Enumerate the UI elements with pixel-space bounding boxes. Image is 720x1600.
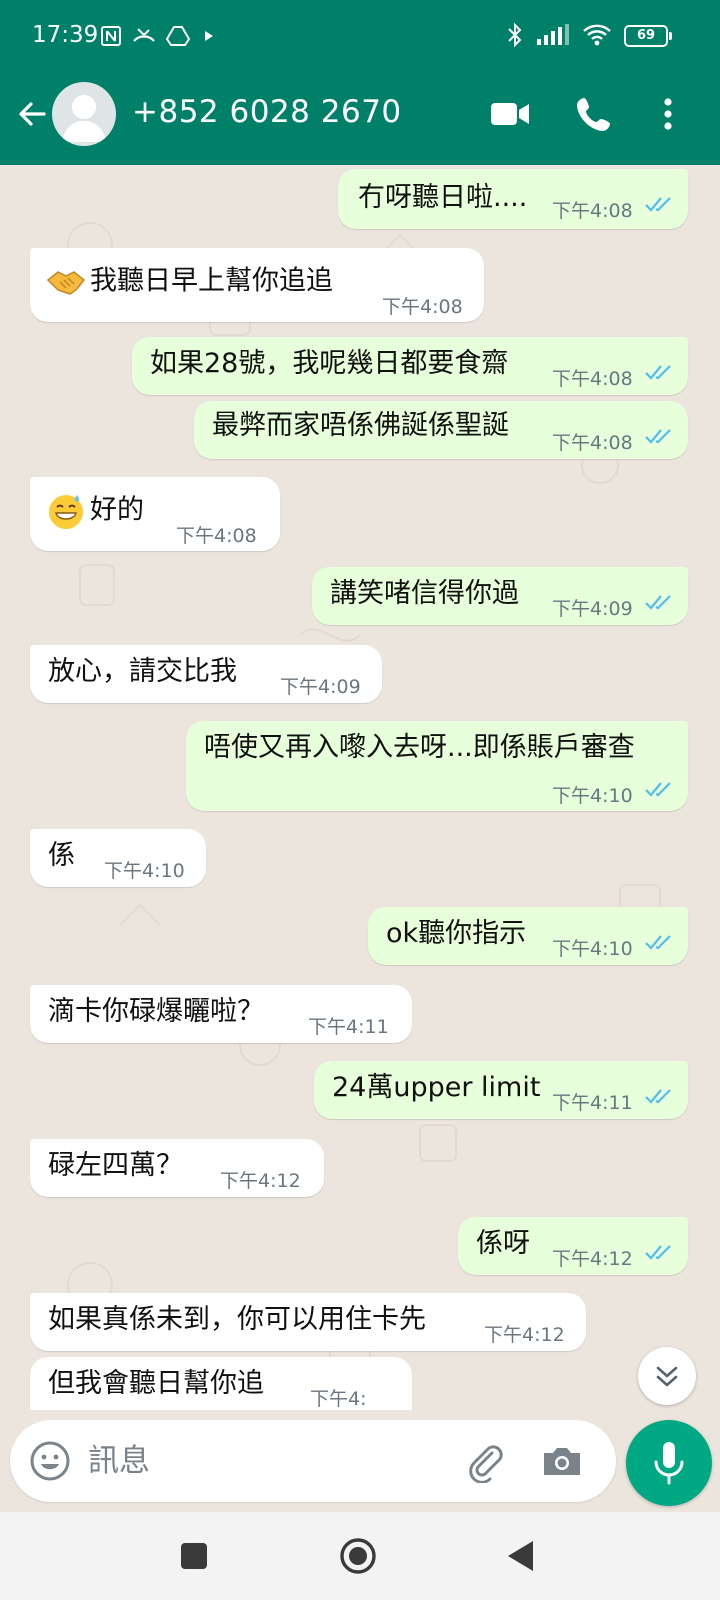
status-notification-icons — [100, 21, 218, 51]
message-time: 下午4:11 — [308, 1016, 389, 1038]
read-receipt-icon — [645, 1089, 671, 1104]
message-time: 下午4:12 — [552, 1248, 633, 1270]
message-time: 下午4:11 — [552, 1092, 633, 1114]
more-vert-icon[interactable] — [646, 92, 690, 136]
message-incoming[interactable]: 但我會聽日幫你追 下午4: — [30, 1357, 412, 1410]
message-incoming[interactable]: 放心，請交比我 下午4:09 — [30, 645, 382, 703]
camera-icon[interactable] — [540, 1439, 584, 1483]
mic-icon — [654, 1442, 684, 1485]
read-receipt-icon — [645, 429, 671, 444]
message-outgoing[interactable]: ok聽你指示 下午4:10 — [368, 907, 688, 965]
voice-call-icon[interactable] — [572, 92, 616, 136]
message-input[interactable] — [88, 1436, 458, 1486]
message-outgoing[interactable]: 最弊而家唔係佛誕係聖誕 下午4:08 — [194, 401, 688, 459]
message-outgoing[interactable]: 唔使又再入嚟入去呀...即係賬戶審查 下午4:10 — [186, 721, 688, 811]
message-time: 下午4:08 — [552, 368, 633, 390]
message-time: 下午4: — [310, 1388, 367, 1410]
message-text: 冇呀聽日啦.... — [358, 182, 528, 213]
handshake-emoji-icon — [46, 271, 86, 295]
message-incoming[interactable]: 滴卡你碌爆曬啦？ 下午4:11 — [30, 985, 412, 1043]
message-text: 放心，請交比我 — [48, 656, 237, 687]
message-text-row: 好的 — [46, 491, 144, 531]
message-time: 下午4:12 — [484, 1324, 565, 1346]
message-outgoing[interactable]: 講笑啫信得你過 下午4:09 — [312, 567, 688, 625]
message-outgoing[interactable]: 如果28號，我呢幾日都要食齋 下午4:08 — [132, 337, 688, 395]
default-avatar-icon — [62, 95, 106, 142]
message-time: 下午4:08 — [552, 432, 633, 454]
wifi-icon — [583, 24, 611, 46]
attach-icon[interactable] — [462, 1439, 506, 1483]
emoji-icon[interactable] — [28, 1439, 72, 1483]
nfc-icon — [101, 26, 121, 46]
recents-nav-icon[interactable] — [172, 1534, 216, 1578]
message-incoming[interactable]: 碌左四萬？ 下午4:12 — [30, 1139, 324, 1197]
message-outgoing[interactable]: 係呀 下午4:12 — [458, 1217, 688, 1275]
status-time: 17:39 — [32, 22, 99, 48]
message-time: 下午4:10 — [552, 785, 633, 807]
message-incoming[interactable]: 好的 下午4:08 — [30, 477, 280, 551]
status-bar: 17:39 69 — [0, 0, 720, 70]
message-list[interactable]: 冇呀聽日啦.... 下午4:08 我聽日早上幫你追追 下午4:08 如果28號，… — [0, 165, 720, 1410]
system-nav-bar — [0, 1512, 720, 1600]
message-text: 我聽日早上幫你追追 — [90, 265, 333, 297]
video-call-icon[interactable] — [488, 92, 532, 136]
message-incoming[interactable]: 我聽日早上幫你追追 下午4:08 — [30, 248, 484, 322]
play-icon — [205, 31, 213, 41]
message-incoming[interactable]: 如果真係未到，你可以用住卡先 下午4:12 — [30, 1293, 586, 1351]
message-text: 但我會聽日幫你追 — [48, 1368, 264, 1399]
double-chevron-down-icon — [656, 1366, 678, 1387]
grinning-sweat-emoji-icon — [49, 495, 83, 529]
message-text: ok聽你指示 — [386, 918, 527, 949]
message-time: 下午4:10 — [104, 860, 185, 882]
drive-icon — [166, 26, 190, 46]
signal-icon — [537, 24, 569, 45]
message-text: 如果28號，我呢幾日都要食齋 — [150, 348, 509, 379]
contact-name[interactable]: +852 6028 2670 — [132, 94, 402, 130]
read-receipt-icon — [645, 595, 671, 610]
status-system-icons — [506, 20, 612, 50]
bluetooth-icon — [508, 22, 522, 48]
message-text: 最弊而家唔係佛誕係聖誕 — [212, 410, 509, 441]
message-time: 下午4:09 — [552, 598, 633, 620]
read-receipt-icon — [645, 935, 671, 950]
message-time: 下午4:08 — [552, 200, 633, 222]
message-text: 24萬upper limit — [332, 1072, 541, 1103]
message-text: 係 — [48, 840, 75, 871]
avatar[interactable] — [52, 82, 116, 146]
message-outgoing[interactable]: 冇呀聽日啦.... 下午4:08 — [338, 169, 688, 229]
message-text: 如果真係未到，你可以用住卡先 — [48, 1304, 426, 1335]
home-nav-icon[interactable] — [336, 1534, 380, 1578]
voice-record-button[interactable] — [626, 1420, 712, 1506]
read-receipt-icon — [645, 782, 671, 797]
message-composer — [10, 1420, 616, 1502]
missed-call-icon — [133, 28, 155, 42]
read-receipt-icon — [645, 1245, 671, 1260]
message-time: 下午4:08 — [176, 525, 257, 547]
message-time: 下午4:08 — [382, 296, 463, 318]
back-nav-icon[interactable] — [500, 1534, 544, 1578]
message-text: 滴卡你碌爆曬啦？ — [48, 996, 264, 1027]
message-text: 唔使又再入嚟入去呀...即係賬戶審查 — [204, 732, 635, 763]
message-time: 下午4:09 — [280, 676, 361, 698]
message-text: 好的 — [90, 494, 144, 526]
message-text: 講笑啫信得你過 — [330, 578, 519, 609]
scroll-to-bottom-button[interactable] — [638, 1347, 696, 1405]
message-time: 下午4:10 — [552, 938, 633, 960]
message-incoming[interactable]: 係 下午4:10 — [30, 829, 206, 887]
read-receipt-icon — [645, 365, 671, 380]
message-text-row: 我聽日早上幫你追追 — [46, 262, 333, 302]
message-text: 係呀 — [476, 1228, 530, 1259]
back-arrow-icon[interactable] — [14, 96, 50, 132]
chat-header: +852 6028 2670 — [0, 70, 720, 165]
read-receipt-icon — [645, 197, 671, 212]
message-time: 下午4:12 — [220, 1170, 301, 1192]
battery-indicator: 69 — [624, 25, 672, 47]
message-text: 碌左四萬？ — [48, 1150, 183, 1181]
message-outgoing[interactable]: 24萬upper limit 下午4:11 — [314, 1061, 688, 1119]
